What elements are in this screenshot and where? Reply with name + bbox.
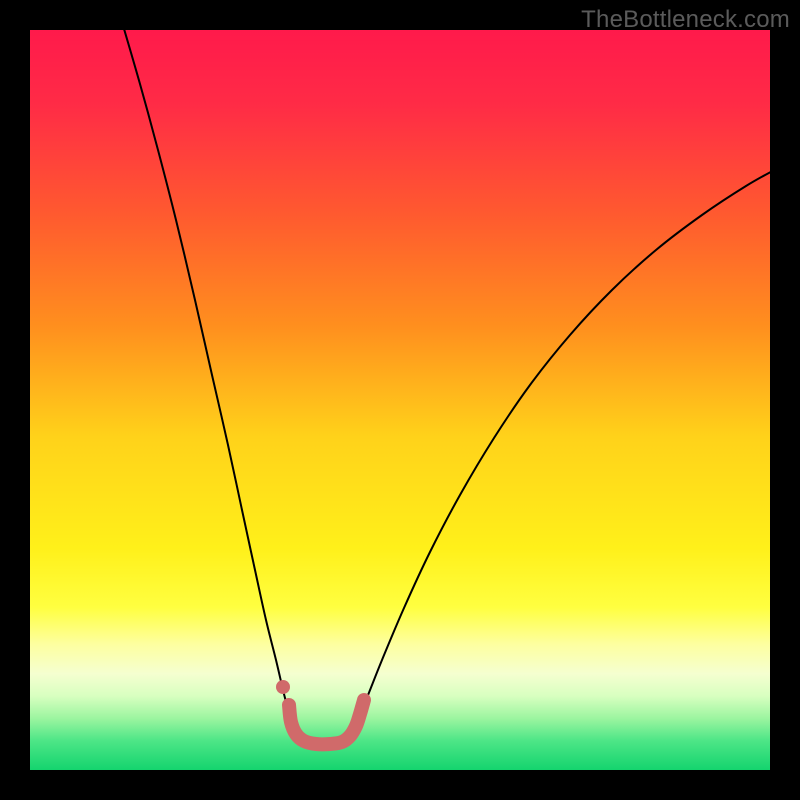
series-bottom-marker-dot [276,680,290,694]
chart-plot-area [30,30,770,770]
outer-frame: TheBottleneck.com [0,0,800,800]
chart-svg [30,30,770,770]
chart-background [30,30,770,770]
